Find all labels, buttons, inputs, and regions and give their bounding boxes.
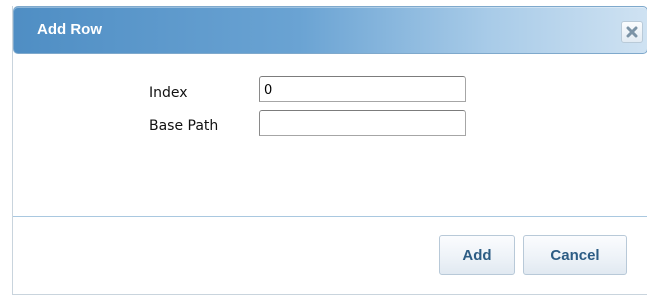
index-input[interactable] — [259, 76, 466, 102]
dialog-titlebar[interactable]: Add Row — [13, 6, 647, 54]
footer-divider — [13, 216, 647, 217]
index-label: Index — [149, 85, 188, 101]
add-button[interactable]: Add — [439, 235, 515, 275]
base-path-input[interactable] — [259, 110, 466, 136]
cancel-button[interactable]: Cancel — [523, 235, 627, 275]
close-button[interactable] — [621, 21, 643, 43]
add-row-dialog: Add Row Index Base Path Add Cancel — [12, 6, 647, 295]
close-icon — [626, 23, 638, 42]
base-path-label: Base Path — [149, 118, 219, 134]
dialog-title: Add Row — [37, 21, 102, 38]
